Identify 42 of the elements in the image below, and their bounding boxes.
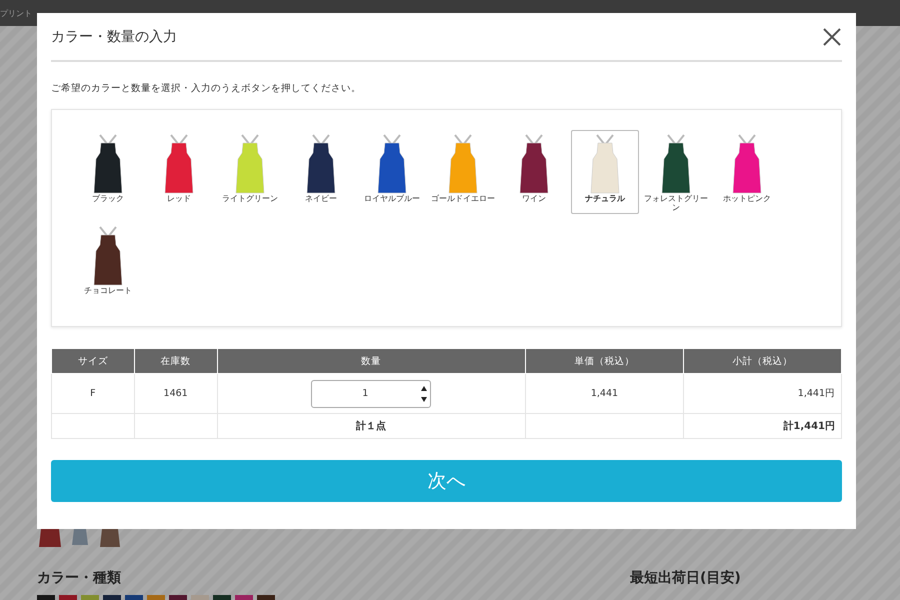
- color-option[interactable]: チョコレート: [74, 222, 142, 306]
- color-option[interactable]: ライトグリーン: [216, 130, 284, 214]
- table-cell: 1,441円: [683, 374, 842, 414]
- color-option[interactable]: ホットピンク: [713, 130, 781, 214]
- color-label: レッド: [166, 195, 192, 204]
- table-cell: 計１点: [217, 414, 526, 438]
- table-cell: 1,441: [525, 374, 684, 414]
- table-cell: 1461: [134, 374, 217, 414]
- color-label: ロイヤルブルー: [363, 195, 421, 204]
- color-label: ブラック: [91, 195, 125, 204]
- column-header: サイズ: [52, 348, 134, 374]
- section-title: カラー・種類: [37, 569, 122, 587]
- color-label: ナチュラル: [584, 195, 626, 204]
- color-option[interactable]: レッド: [145, 130, 213, 214]
- color-label: ホットピンク: [722, 195, 772, 204]
- table-cell: F: [52, 374, 134, 414]
- column-header: 数量: [217, 348, 526, 374]
- color-option[interactable]: ネイビー: [287, 130, 355, 214]
- spin-down-icon[interactable]: [421, 396, 428, 402]
- color-label: フォレストグリーン: [643, 195, 709, 213]
- color-label: ゴールドイエロー: [430, 195, 496, 204]
- spin-up-icon[interactable]: [421, 386, 428, 390]
- column-header: 小計（税込）: [683, 348, 842, 374]
- color-option[interactable]: ワイン: [500, 130, 568, 214]
- color-label: ライトグリーン: [221, 195, 279, 204]
- table-cell: 計1,441円: [683, 414, 842, 438]
- color-option[interactable]: ナチュラル: [571, 130, 639, 214]
- color-option[interactable]: ブラック: [74, 130, 142, 214]
- close-icon[interactable]: [822, 26, 842, 46]
- color-label: チョコレート: [83, 287, 133, 296]
- instruction-text: ご希望のカラーと数量を選択・入力のうえボタンを押してください。: [51, 82, 362, 95]
- column-header: 単価（税込）: [525, 348, 684, 374]
- quantity-field[interactable]: 1: [311, 380, 432, 408]
- color-label: ワイン: [521, 195, 547, 204]
- dialog-title: カラー・数量の入力: [51, 28, 177, 46]
- color-option[interactable]: ロイヤルブルー: [358, 130, 426, 214]
- section-title: 最短出荷日(目安): [630, 569, 742, 587]
- top-bar-text: プリント: [0, 8, 32, 18]
- color-option[interactable]: ゴールドイエロー: [429, 130, 497, 214]
- color-label: ネイビー: [304, 195, 338, 204]
- column-header: 在庫数: [134, 348, 217, 374]
- color-option[interactable]: フォレストグリーン: [642, 130, 710, 214]
